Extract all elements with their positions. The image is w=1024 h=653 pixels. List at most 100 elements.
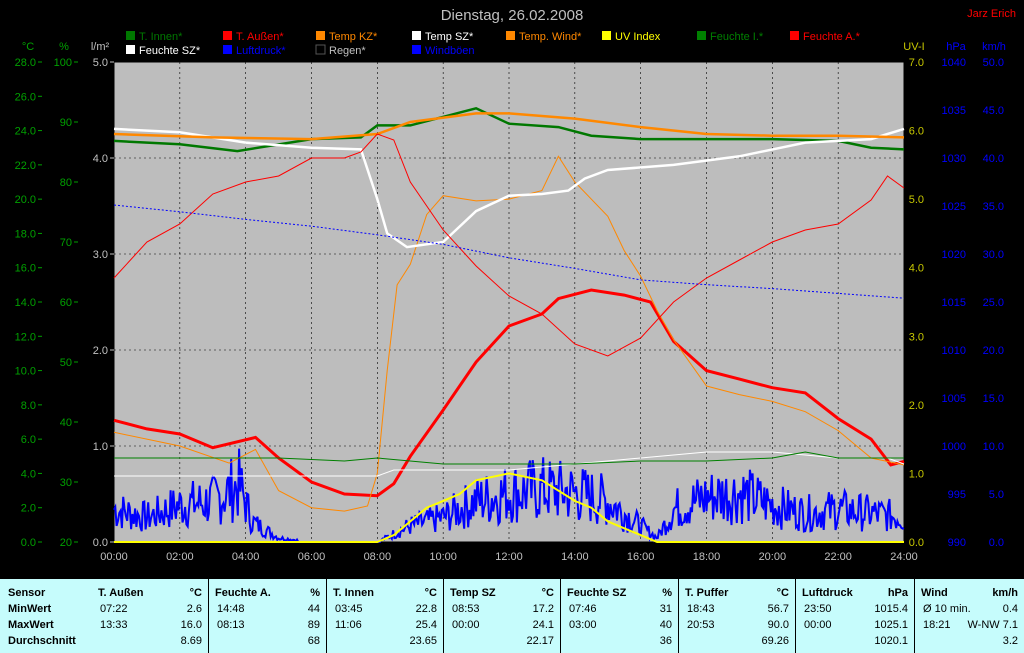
stats-unit-7: km/h (992, 587, 1018, 599)
uv-axis-tick-5: 5.0 (909, 194, 924, 206)
legend-swatch-5 (602, 31, 611, 40)
legend-label-1: T. Außen* (236, 31, 284, 43)
temp-axis-tick-1: 2.0 (21, 503, 36, 515)
rain-axis-tick-5: 5.0 (93, 57, 108, 69)
stats-header-0: T. Außen (98, 587, 144, 599)
row-label-min: MinWert (8, 603, 52, 615)
stats-max-7: W-NW 7.1 (967, 619, 1018, 631)
pressure-axis-tick-7: 1025 (942, 201, 966, 213)
wind-axis-unit: km/h (982, 41, 1006, 53)
stats-avg-4: 36 (659, 635, 672, 647)
stats-header-4: Feuchte SZ (567, 587, 627, 599)
stats-header-7: Wind (921, 587, 948, 599)
legend-label-2: Temp KZ* (329, 31, 378, 43)
temp-axis-tick-13: 26.0 (15, 91, 36, 103)
wind-axis-tick-8: 40.0 (983, 153, 1004, 165)
stats-min-time-0: 07:22 (100, 603, 128, 615)
legend-swatch-7 (790, 31, 799, 40)
wind-axis-tick-3: 15.0 (983, 393, 1004, 405)
legend-label-9: Luftdruck* (236, 45, 286, 57)
legend-swatch-11 (412, 45, 421, 54)
wind-axis-tick-1: 5.0 (989, 489, 1004, 501)
row-label-max: MaxWert (8, 619, 54, 631)
stats-min-time-2: 03:45 (335, 603, 363, 615)
legend-label-4: Temp. Wind* (519, 31, 582, 43)
stats-col-7: Wind km/h Ø 10 min. 0.4 18:21 W-NW 7.1 3.2 (914, 579, 1024, 653)
pressure-axis-unit: hPa (946, 41, 966, 53)
pressure-axis-tick-8: 1030 (942, 153, 966, 165)
stats-max-time-6: 00:00 (804, 619, 832, 631)
wind-axis-tick-6: 30.0 (983, 249, 1004, 261)
legend-swatch-9 (223, 45, 232, 54)
pressure-axis-tick-6: 1020 (942, 249, 966, 261)
stats-max-time-1: 08:13 (217, 619, 245, 631)
uv-axis-tick-4: 4.0 (909, 263, 924, 275)
legend-swatch-8 (126, 45, 135, 54)
uv-axis-unit: UV-I (903, 41, 924, 53)
legend-label-7: Feuchte A.* (803, 31, 861, 43)
stats-min-5: 56.7 (767, 603, 789, 615)
uv-axis-tick-0: 0.0 (909, 537, 924, 549)
stats-min-3: 17.2 (532, 603, 554, 615)
humidity-axis-tick-4: 60 (60, 297, 72, 309)
legend-label-0: T. Innen* (139, 31, 183, 43)
legend-label-11: Windböen (425, 45, 475, 57)
x-tick-3: 06:00 (298, 551, 326, 563)
pressure-axis-tick-10: 1040 (942, 57, 966, 69)
humidity-axis-tick-2: 40 (60, 417, 72, 429)
uv-axis-tick-3: 3.0 (909, 331, 924, 343)
stats-col-0: T. Außen °C 07:22 2.6 13:33 16.0 8.69 (92, 579, 208, 653)
stats-min-time-5: 18:43 (687, 603, 715, 615)
stats-header-1: Feuchte A. (215, 587, 271, 599)
legend-swatch-2 (316, 31, 325, 40)
stats-avg-5: 69.26 (761, 635, 789, 647)
legend-swatch-1 (223, 31, 232, 40)
uv-axis-tick-1: 1.0 (909, 468, 924, 480)
wind-axis-tick-5: 25.0 (983, 297, 1004, 309)
humidity-axis-tick-0: 20 (60, 537, 72, 549)
temp-axis-tick-6: 12.0 (15, 331, 36, 343)
stats-min-time-1: 14:48 (217, 603, 245, 615)
stats-avg-1: 68 (307, 635, 320, 647)
pressure-axis-tick-3: 1005 (942, 393, 966, 405)
uv-axis-tick-7: 7.0 (909, 57, 924, 69)
rain-axis-tick-3: 3.0 (93, 249, 108, 261)
stats-col-5: T. Puffer °C 18:43 56.7 20:53 90.0 69.26 (678, 579, 795, 653)
x-tick-11: 22:00 (824, 551, 852, 563)
row-label-sensor: Sensor (8, 587, 46, 599)
row-label-avg: Durchschnitt (8, 635, 76, 647)
stats-header-2: T. Innen (333, 587, 374, 599)
legend-swatch-6 (697, 31, 706, 40)
stats-avg-6: 1020.1 (874, 635, 908, 647)
stats-unit-6: hPa (887, 587, 908, 599)
stats-max-4: 40 (659, 619, 672, 631)
stats-col-6: Luftdruck hPa 23:50 1015.4 00:00 1025.1 1020.1 (795, 579, 914, 653)
legend-label-8: Feuchte SZ* (139, 45, 201, 57)
pressure-axis-tick-5: 1015 (942, 297, 966, 309)
stats-min-time-4: 07:46 (569, 603, 597, 615)
temp-axis-tick-5: 10.0 (15, 366, 36, 378)
rain-axis-tick-4: 4.0 (93, 153, 108, 165)
legend-label-10: Regen* (329, 45, 366, 57)
stats-header-5: T. Puffer (685, 587, 729, 599)
legend-swatch-0 (126, 31, 135, 40)
weather-chart: 0.0 2.0 4.0 6.0 8.0 10.0 12.0 14.0 16.0 18.0 20.0 2… (0, 0, 1024, 579)
stats-min-6: 1015.4 (874, 603, 908, 615)
legend-label-6: Feuchte I.* (710, 31, 764, 43)
humidity-axis-tick-5: 70 (60, 237, 72, 249)
uv-axis-tick-6: 6.0 (909, 126, 924, 138)
stats-unit-1: % (310, 587, 320, 599)
legend-swatch-3 (412, 31, 421, 40)
stats-min-7: 0.4 (1002, 603, 1018, 615)
legend-swatch-10 (315, 44, 326, 55)
stats-unit-5: °C (776, 587, 789, 599)
author-label: Jarz Erich (967, 8, 1016, 20)
temp-axis-tick-0: 0.0 (21, 537, 36, 549)
stats-min-0: 2.6 (186, 603, 202, 615)
pressure-axis-tick-0: 990 (948, 537, 966, 549)
temp-axis-tick-14: 28.0 (15, 57, 36, 69)
stats-unit-4: % (662, 587, 672, 599)
stats-min-time-7: Ø 10 min. (923, 603, 971, 615)
stats-max-6: 1025.1 (874, 619, 908, 631)
pressure-axis-tick-4: 1010 (942, 345, 966, 357)
